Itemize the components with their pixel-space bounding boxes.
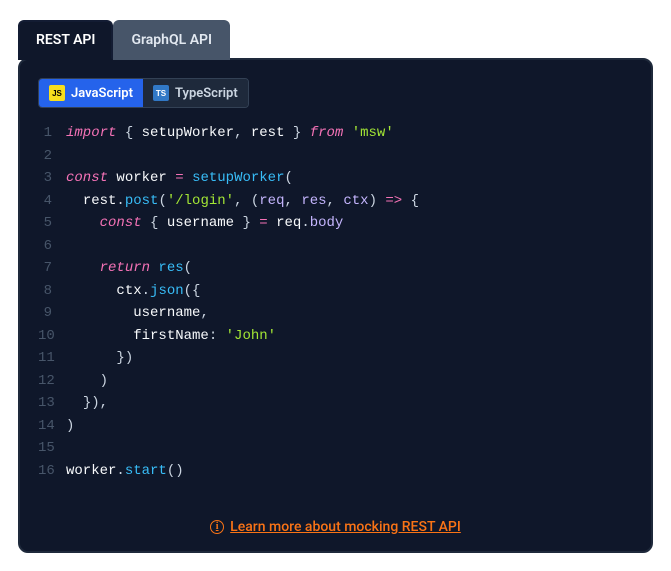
learn-more-link[interactable]: i Learn more about mocking REST API <box>210 519 461 535</box>
tab-javascript[interactable]: JS JavaScript <box>39 79 143 107</box>
code-text: rest.post('/login', (req, res, ctx) => { <box>66 190 419 213</box>
line-number: 3 <box>38 167 66 190</box>
code-text: }) <box>66 347 133 370</box>
tab-typescript[interactable]: TS TypeScript <box>143 79 248 107</box>
code-text: return res( <box>66 257 192 280</box>
code-example-panel: REST API GraphQL API JS JavaScript TS Ty… <box>18 18 653 553</box>
code-card: JS JavaScript TS TypeScript 1import { se… <box>18 58 653 553</box>
line-number: 11 <box>38 347 66 370</box>
code-text: const worker = setupWorker( <box>66 167 293 190</box>
info-icon: i <box>210 520 224 534</box>
line-number: 7 <box>38 257 66 280</box>
line-number: 13 <box>38 392 66 415</box>
code-text: ) <box>66 370 108 393</box>
line-number: 1 <box>38 122 66 145</box>
line-number: 9 <box>38 302 66 325</box>
learn-more-label: Learn more about mocking REST API <box>230 519 461 535</box>
line-number: 16 <box>38 460 66 483</box>
tab-graphql-api[interactable]: GraphQL API <box>113 20 230 60</box>
lang-label: JavaScript <box>71 86 133 101</box>
line-number: 4 <box>38 190 66 213</box>
line-number: 5 <box>38 212 66 235</box>
ts-icon: TS <box>153 85 169 101</box>
language-tabs: JS JavaScript TS TypeScript <box>38 78 249 108</box>
line-number: 14 <box>38 415 66 438</box>
code-text <box>66 235 74 258</box>
code-text: worker.start() <box>66 460 184 483</box>
code-text <box>66 145 74 168</box>
code-block: 1import { setupWorker, rest } from 'msw'… <box>38 122 633 482</box>
api-tabs: REST API GraphQL API <box>18 20 653 60</box>
line-number: 6 <box>38 235 66 258</box>
learn-more-row: i Learn more about mocking REST API <box>38 508 633 537</box>
line-number: 8 <box>38 280 66 303</box>
code-text: username, <box>66 302 209 325</box>
line-number: 2 <box>38 145 66 168</box>
js-icon: JS <box>49 85 65 101</box>
code-text: const { username } = req.body <box>66 212 343 235</box>
code-text <box>66 437 74 460</box>
code-text: import { setupWorker, rest } from 'msw' <box>66 122 394 145</box>
code-text: ctx.json({ <box>66 280 200 303</box>
line-number: 15 <box>38 437 66 460</box>
code-text: firstName: 'John' <box>66 325 276 348</box>
line-number: 10 <box>38 325 66 348</box>
line-number: 12 <box>38 370 66 393</box>
code-text: }), <box>66 392 108 415</box>
lang-label: TypeScript <box>175 86 238 101</box>
code-text: ) <box>66 415 74 438</box>
tab-rest-api[interactable]: REST API <box>18 20 113 60</box>
